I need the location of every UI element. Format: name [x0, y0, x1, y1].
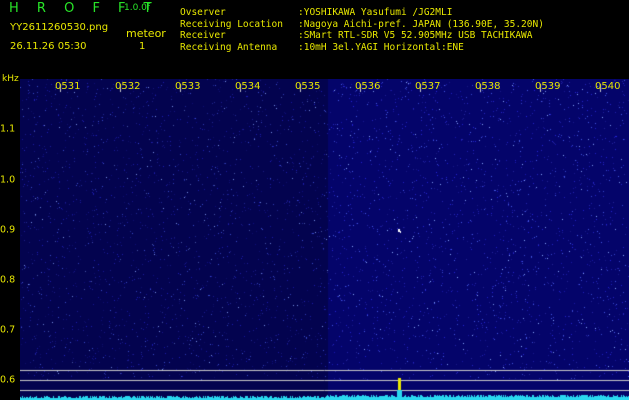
image-filename: YY2611260530.png — [10, 22, 109, 33]
x-tick-label: 0535 — [295, 81, 321, 92]
receiver-value: :SMart RTL-SDR V5 52.905MHz USB TACHIKAW… — [298, 30, 533, 42]
version-label: 1.0.0f — [124, 3, 151, 13]
observer-value: :YOSHIKAWA Yasufumi /JG2MLI — [298, 7, 453, 18]
antenna-value: :10mH 3el.YAGI Horizontal:ENE — [298, 41, 464, 53]
meteor-count: 1 — [139, 41, 146, 52]
x-tick-label: 0533 — [175, 81, 201, 92]
location-label: Receiving Location — [180, 18, 283, 30]
location-row: Receiving Location :Nagoya Aichi-pref. JA… — [180, 19, 544, 31]
x-tick-label: 0536 — [355, 81, 381, 92]
x-tick-label: 0538 — [475, 81, 501, 92]
x-tick-label: 0531 — [55, 81, 81, 92]
y-tick-label: 1.0 — [0, 174, 16, 186]
y-tick-label: 0.7 — [0, 324, 16, 336]
x-tick-label: 0539 — [535, 81, 561, 92]
meteor-label: meteor — [126, 27, 166, 40]
x-tick-label: 0537 — [415, 81, 441, 92]
receiver-row: Receiver :SMart RTL-SDR V5 52.905MHz USB … — [180, 30, 544, 42]
x-tick-label: 0540 — [595, 81, 621, 92]
waterfall-spectrogram — [20, 79, 629, 400]
antenna-row: Receiving Antenna :10mH 3el.YAGI Horizont… — [180, 42, 544, 54]
observer-label: Ovserver — [180, 7, 226, 18]
location-value: :Nagoya Aichi-pref. JAPAN (136.90E, 35.2… — [298, 18, 544, 30]
y-tick-label: 0.8 — [0, 274, 16, 286]
receiver-label: Receiver — [180, 30, 226, 42]
frequency-unit-label: kHz — [2, 74, 19, 84]
y-tick-label: 0.6 — [0, 374, 16, 386]
station-info: Ovserver :YOSHIKAWA Yasufumi /JG2MLI Rece… — [180, 7, 544, 53]
hroft-window: H R O F F T 1.0.0f YY2611260530.png 26.1… — [0, 0, 629, 400]
y-tick-label: 1.1 — [0, 123, 16, 135]
x-tick-label: 0534 — [235, 81, 261, 92]
observer-row: Ovserver :YOSHIKAWA Yasufumi /JG2MLI — [180, 7, 544, 19]
antenna-label: Receiving Antenna — [180, 41, 278, 53]
timestamp: 26.11.26 05:30 — [10, 41, 87, 52]
y-tick-label: 0.9 — [0, 224, 16, 236]
x-tick-label: 0532 — [115, 81, 141, 92]
